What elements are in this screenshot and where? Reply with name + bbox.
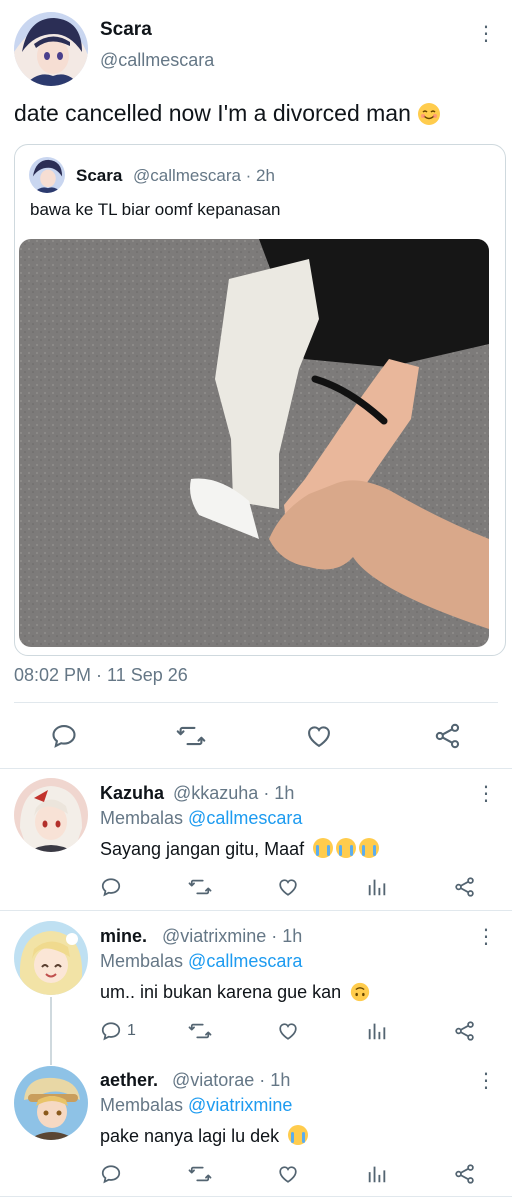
reply-icon[interactable] [100,1163,122,1185]
like-icon[interactable] [305,722,333,750]
reply-avatar[interactable] [14,1066,88,1140]
reply-icon[interactable] [100,876,122,898]
quoted-author-name: Scara [76,166,123,185]
replying-to-link[interactable]: @callmescara [188,808,302,828]
analytics-icon[interactable] [366,1020,388,1042]
crying-emoji-icon [288,1125,309,1145]
quoted-tweet-card[interactable]: Scara @callmescara · 2h bawa ke TL biar … [14,144,506,656]
replying-to-link[interactable]: @callmescara [188,951,302,971]
share-icon[interactable] [434,722,462,750]
quoted-photo[interactable] [19,239,489,647]
reply-icon[interactable] [100,1020,122,1042]
thread-connector-line [50,997,52,1065]
reply-handle-time[interactable]: @kkazuha · 1h [173,783,294,804]
share-icon[interactable] [454,876,476,898]
like-icon[interactable] [277,1163,299,1185]
quoted-tweet-text: bawa ke TL biar oomf kepanasan [30,200,281,219]
reply-icon[interactable] [50,722,78,750]
replying-to-prefix: Membalas [100,808,184,828]
analytics-icon[interactable] [366,1163,388,1185]
reply-text-line: pake nanya lagi lu dek [100,1125,311,1147]
share-icon[interactable] [454,1020,476,1042]
more-options-icon[interactable]: ⋮ [476,24,496,44]
smiling-emoji-icon [417,102,441,126]
author-avatar[interactable] [14,12,88,86]
reply-author-name[interactable]: Kazuha [100,783,164,804]
replying-to-prefix: Membalas [100,1095,184,1115]
reply-author-name[interactable]: aether. [100,1070,158,1091]
retweet-icon[interactable] [188,1163,212,1185]
tweet-text-line: date cancelled now I'm a divorced man [14,100,441,127]
quoted-handle-time: @callmescara · 2h [133,166,275,185]
reply-avatar[interactable] [14,921,88,995]
reply-text: um.. ini bukan karena gue kan [100,982,342,1002]
crying-emoji-icon [359,838,380,858]
quoted-avatar [29,157,65,193]
like-icon[interactable] [277,1020,299,1042]
reply-author-name[interactable]: mine. [100,926,147,947]
upside-down-face-emoji-icon [350,982,370,1002]
retweet-icon[interactable] [176,722,206,750]
reply-avatar[interactable] [14,778,88,852]
replying-to-line: Membalas @callmescara [100,951,302,972]
analytics-icon[interactable] [366,876,388,898]
replying-to-line: Membalas @viatrixmine [100,1095,292,1116]
more-options-icon[interactable]: ⋮ [476,927,496,947]
retweet-icon[interactable] [188,1020,212,1042]
reply-text-line: Sayang jangan gitu, Maaf [100,838,382,860]
reply-text: pake nanya lagi lu dek [100,1126,280,1146]
tweet-text: date cancelled now I'm a divorced man [14,100,411,126]
reply-text-line: um.. ini bukan karena gue kan [100,982,370,1003]
like-icon[interactable] [277,876,299,898]
divider [0,1196,512,1197]
more-options-icon[interactable]: ⋮ [476,784,496,804]
replying-to-link[interactable]: @viatrixmine [188,1095,292,1115]
reply-text: Sayang jangan gitu, Maaf [100,839,305,859]
reply-handle-time[interactable]: @viatrixmine · 1h [162,926,302,947]
replying-to-line: Membalas @callmescara [100,808,302,829]
crying-emoji-icon [336,838,357,858]
replying-to-prefix: Membalas [100,951,184,971]
divider [0,768,512,769]
divider [14,702,498,703]
crying-emoji-icon [313,838,334,858]
reply-count: 1 [127,1022,136,1039]
divider [0,910,512,911]
share-icon[interactable] [454,1163,476,1185]
author-name[interactable]: Scara [100,19,152,41]
more-options-icon[interactable]: ⋮ [476,1071,496,1091]
retweet-icon[interactable] [188,876,212,898]
tweet-timestamp[interactable]: 08:02 PM · 11 Sep 26 [14,665,188,686]
author-handle[interactable]: @callmescara [100,50,214,71]
reply-handle-time[interactable]: @viatorae · 1h [172,1070,290,1091]
avatar-illustration [14,12,88,86]
